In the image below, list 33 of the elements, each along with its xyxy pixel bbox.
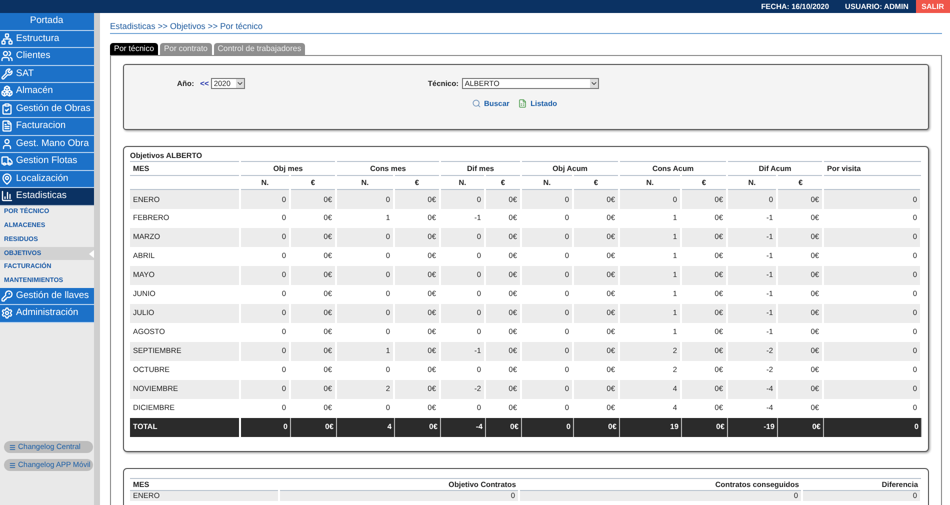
sitemap-icon xyxy=(1,32,13,45)
sidebar-item[interactable]: Gest. Mano Obra xyxy=(0,136,94,153)
sidebar-item[interactable]: Administración xyxy=(0,305,94,323)
truck-icon xyxy=(1,155,13,168)
key-icon xyxy=(1,290,13,302)
sidebar-item[interactable]: Estadisticas xyxy=(0,188,94,206)
sidebar-item[interactable]: Estructura xyxy=(0,30,94,48)
sidebar-item[interactable]: Gestión de Obras xyxy=(0,100,94,118)
sidebar-item[interactable]: Facturacion xyxy=(0,118,94,136)
sidebar-item[interactable]: Portada xyxy=(0,13,94,30)
wrench-icon xyxy=(1,68,13,80)
document-icon xyxy=(1,120,13,132)
tab[interactable]: Control de trabajadores xyxy=(214,43,306,55)
settings-icon xyxy=(1,307,13,320)
spreadsheet-icon xyxy=(518,99,528,108)
sidebar-item[interactable]: Gestion Flotas xyxy=(0,153,94,170)
bar-chart-icon xyxy=(1,190,13,202)
users-icon xyxy=(1,50,13,62)
search-icon xyxy=(472,99,481,108)
sidebar-item[interactable]: Localización xyxy=(0,170,94,188)
sidebar-item[interactable]: Almacén xyxy=(0,83,94,100)
user-icon xyxy=(1,138,13,150)
tab[interactable]: Por técnico xyxy=(110,43,158,55)
sidebar-item[interactable]: Gestión de llaves xyxy=(0,288,94,306)
map-pin-icon xyxy=(1,172,13,185)
clipboard-icon xyxy=(1,102,13,115)
sidebar-item[interactable]: Clientes xyxy=(0,48,94,66)
sidebar-item[interactable]: SAT xyxy=(0,66,94,83)
tab[interactable]: Por contrato xyxy=(160,43,212,55)
menu-icon xyxy=(9,462,16,468)
menu-icon xyxy=(9,444,16,450)
boxes-icon xyxy=(1,85,13,98)
breadcrumb[interactable]: Estadisticas >> Objetivos >> Por técnico xyxy=(110,21,263,31)
